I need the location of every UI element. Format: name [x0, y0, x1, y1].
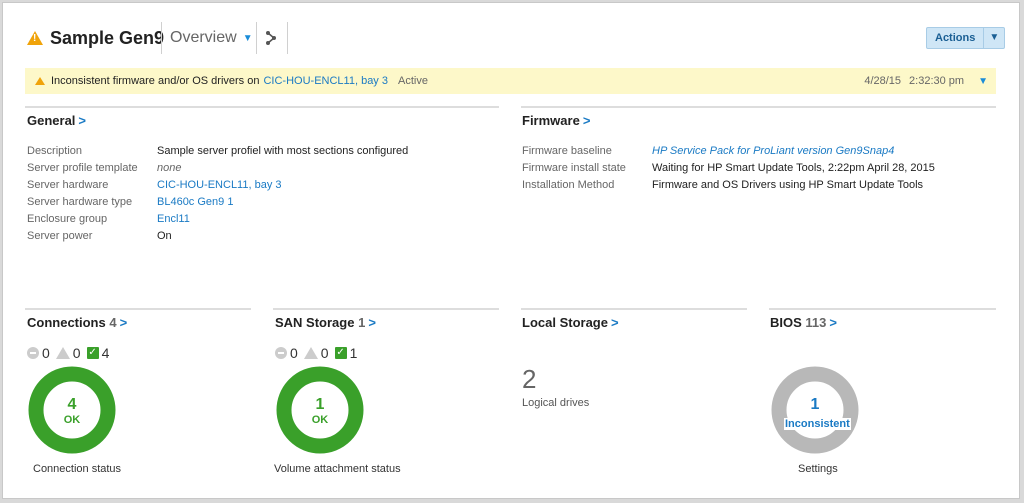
san-donut-value: 1: [315, 396, 325, 413]
chevron-down-icon[interactable]: ▼: [984, 28, 1004, 48]
section-divider: [769, 308, 996, 310]
chevron-right-icon: >: [582, 113, 591, 128]
general-label: Server profile template: [27, 161, 138, 174]
chevron-right-icon: >: [829, 315, 837, 330]
alert-state: Active: [397, 75, 428, 87]
alert-date: 4/28/15: [864, 75, 902, 87]
bios-count: 113: [805, 315, 827, 330]
alert-message: Inconsistent firmware and/or OS drivers …: [51, 75, 260, 87]
firmware-baseline-link[interactable]: HP Service Pack for ProLiant version Gen…: [652, 145, 894, 157]
section-divider: [25, 308, 251, 310]
section-divider: [521, 106, 996, 108]
bios-donut-status: Inconsistent: [784, 418, 851, 430]
alert-bar: Inconsistent firmware and/or OS drivers …: [25, 68, 996, 94]
logical-drives-caption: Logical drives: [522, 397, 590, 409]
disabled-count: 0: [290, 345, 298, 361]
chevron-right-icon: >: [368, 315, 376, 330]
divider: [256, 22, 257, 54]
alert-link[interactable]: CIC-HOU-ENCL11, bay 3: [263, 75, 388, 87]
general-label: Server power: [27, 229, 93, 242]
actions-button[interactable]: Actions ▼: [926, 27, 1006, 49]
connections-donut[interactable]: 4 OK: [28, 366, 116, 454]
firmware-label: Firmware install state: [522, 161, 626, 174]
chevron-down-icon[interactable]: ▼: [978, 76, 988, 87]
server-hardware-type-link[interactable]: BL460c Gen9 1: [157, 196, 233, 208]
firmware-details: Firmware baseline HP Service Pack for Pro…: [522, 142, 994, 193]
connections-donut-value: 4: [67, 396, 77, 413]
connections-counts: 0 0 ✓ 4: [27, 345, 115, 361]
san-donut[interactable]: 1 OK: [276, 366, 364, 454]
disabled-icon: [27, 347, 39, 359]
general-label: Server hardware: [27, 178, 109, 191]
connections-heading[interactable]: Connections 4 >: [27, 315, 127, 330]
general-value: Sample server profiel with most sections…: [157, 144, 409, 157]
firmware-value: Waiting for HP Smart Update Tools, 2:22p…: [652, 161, 935, 174]
firmware-label: Firmware baseline: [522, 144, 612, 157]
general-details: Description Sample server profiel with mo…: [27, 142, 497, 244]
warning-count: 0: [72, 345, 81, 361]
section-divider: [273, 308, 499, 310]
divider: [161, 22, 162, 54]
share-icon[interactable]: [264, 30, 278, 46]
warning-icon: [303, 347, 318, 359]
general-title: General: [27, 113, 76, 128]
warning-icon: [35, 77, 45, 85]
chevron-right-icon: >: [78, 113, 87, 128]
warning-icon: [27, 31, 43, 45]
san-counts: 0 0 ✓ 1: [275, 345, 363, 361]
server-hardware-link[interactable]: CIC-HOU-ENCL11, bay 3: [157, 179, 282, 191]
san-title: SAN Storage: [275, 315, 355, 330]
enclosure-group-link[interactable]: Encl11: [157, 213, 190, 225]
warning-icon: [55, 347, 70, 359]
actions-label: Actions: [927, 28, 985, 48]
bios-heading[interactable]: BIOS 113 >: [770, 315, 837, 330]
connections-title: Connections: [27, 315, 106, 330]
bios-title: BIOS: [770, 315, 802, 330]
alert-time: 2:32:30 pm: [909, 75, 965, 87]
connections-count: 4: [109, 315, 117, 330]
chevron-right-icon: >: [119, 315, 128, 330]
chevron-down-icon: ▼: [242, 32, 253, 44]
page-title: Sample Gen9: [50, 28, 165, 48]
ok-count: 1: [349, 345, 358, 361]
ok-icon: ✓: [334, 347, 347, 359]
firmware-title: Firmware: [522, 113, 580, 128]
local-storage-title: Local Storage: [522, 315, 608, 330]
view-selector-label: Overview: [170, 29, 237, 46]
bios-donut[interactable]: 1 Inconsistent: [771, 366, 859, 454]
warning-count: 0: [320, 345, 329, 361]
disabled-icon: [275, 347, 287, 359]
connections-donut-status: OK: [63, 414, 81, 426]
view-selector[interactable]: Overview ▼: [170, 29, 253, 47]
general-heading[interactable]: General >: [27, 113, 86, 128]
san-donut-status: OK: [311, 414, 329, 426]
section-divider: [521, 308, 747, 310]
logical-drives-count: 2: [522, 364, 537, 394]
local-storage-heading[interactable]: Local Storage >: [522, 315, 619, 330]
section-divider: [25, 106, 499, 108]
disabled-count: 0: [42, 345, 50, 361]
general-label: Server hardware type: [27, 195, 133, 208]
bios-caption: Settings: [798, 463, 838, 475]
divider: [287, 22, 288, 54]
general-label: Description: [27, 144, 83, 157]
general-value: none: [157, 161, 182, 174]
chevron-right-icon: >: [610, 315, 619, 330]
general-value: On: [157, 229, 172, 242]
ok-count: 4: [101, 345, 110, 361]
ok-icon: ✓: [86, 347, 99, 359]
san-count: 1: [358, 315, 366, 330]
san-heading[interactable]: SAN Storage 1 >: [275, 315, 376, 330]
firmware-heading[interactable]: Firmware >: [522, 113, 590, 128]
connections-caption: Connection status: [33, 463, 122, 475]
bios-donut-value: 1: [810, 396, 820, 413]
san-caption: Volume attachment status: [274, 463, 401, 475]
firmware-value: Firmware and OS Drivers using HP Smart U…: [652, 178, 924, 191]
firmware-label: Installation Method: [522, 178, 615, 191]
general-label: Enclosure group: [27, 212, 108, 225]
